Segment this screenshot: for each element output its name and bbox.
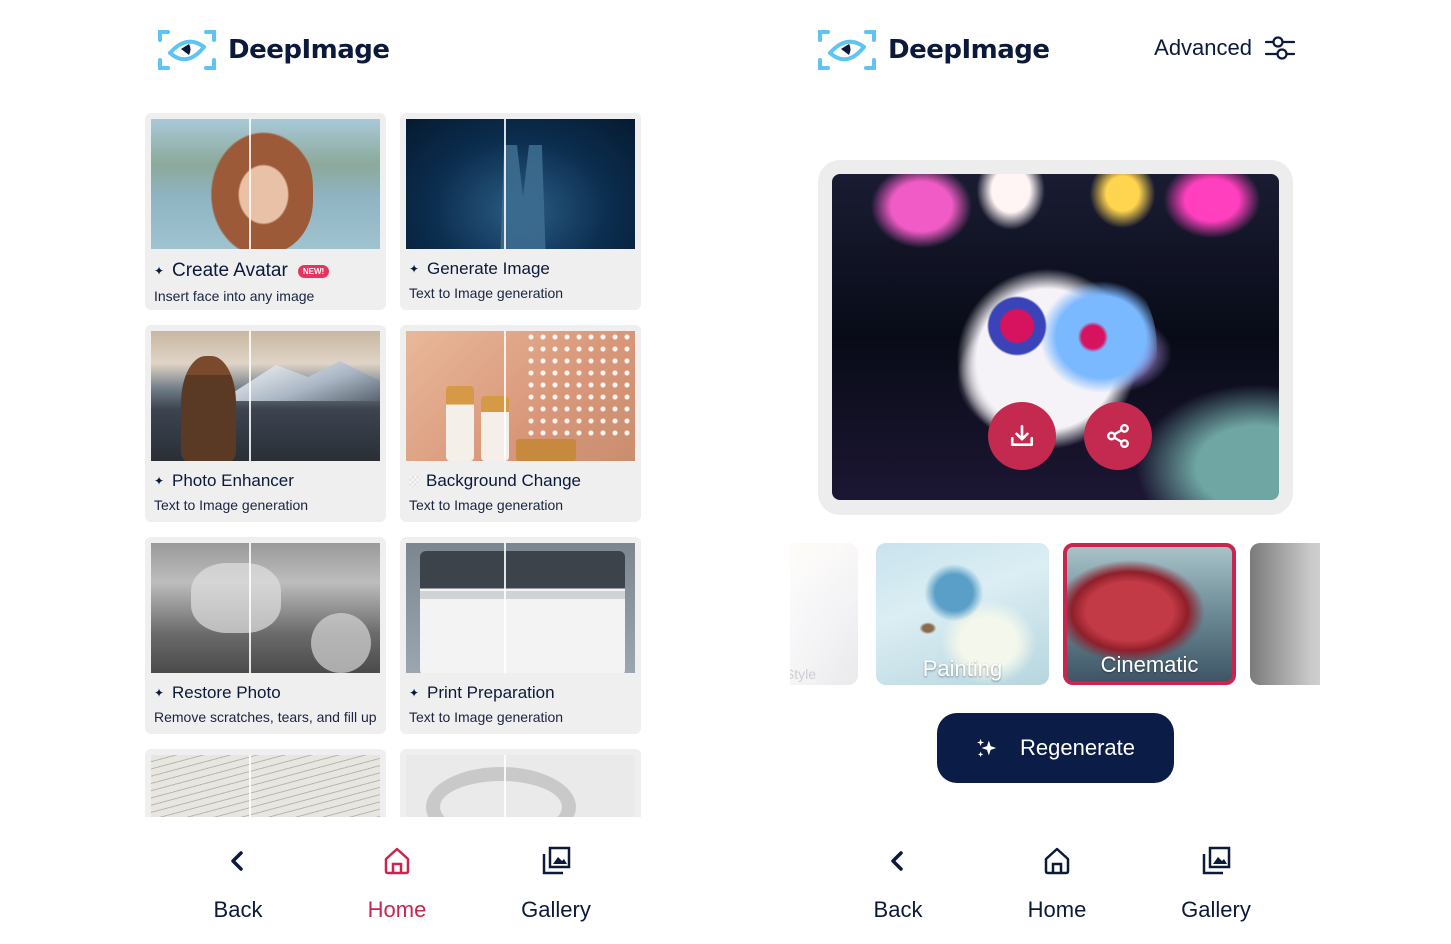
compare-divider — [504, 331, 506, 461]
compare-divider — [249, 119, 251, 249]
tool-thumbnail — [151, 119, 380, 249]
compare-divider — [504, 755, 506, 817]
tool-card-partial[interactable] — [145, 749, 386, 817]
tool-subtitle: Text to Image generation — [409, 497, 564, 513]
result-image — [832, 174, 1279, 500]
share-icon — [1107, 423, 1129, 449]
compare-divider — [249, 543, 251, 673]
tool-title: Generate Image — [427, 259, 550, 278]
tool-subtitle: Remove scratches, tears, and fill up hol… — [154, 709, 380, 725]
download-icon — [1010, 424, 1034, 446]
style-label: Cinematic — [1100, 652, 1199, 677]
nav-back-label: Back — [873, 897, 923, 922]
compare-divider — [249, 755, 251, 817]
home-icon — [384, 847, 410, 875]
chevron-left-icon — [891, 851, 903, 871]
tool-card-create-avatar[interactable]: ✦ Create Avatar NEW! Insert face into an… — [145, 113, 386, 310]
nav-home[interactable]: Home — [337, 845, 457, 923]
tool-subtitle: Text to Image generation — [409, 709, 564, 725]
bottom-nav: Back Home Gallery — [838, 845, 1276, 923]
advanced-label: Advanced — [1154, 35, 1252, 60]
tool-thumbnail — [406, 119, 635, 249]
tool-thumbnail — [406, 755, 635, 817]
nav-gallery-label: Gallery — [521, 897, 591, 922]
bottom-nav: Back Home Gallery — [178, 845, 616, 923]
app-name: DeepImage — [888, 35, 1050, 65]
share-button[interactable] — [1084, 402, 1152, 470]
tools-grid[interactable]: ✦ Create Avatar NEW! Insert face into an… — [145, 113, 642, 817]
regenerate-button[interactable]: Regenerate — [937, 713, 1174, 783]
nav-back[interactable]: Back — [838, 845, 958, 923]
compare-divider — [504, 543, 506, 673]
gallery-icon — [542, 846, 571, 875]
eye-scan-icon — [818, 30, 876, 70]
tool-subtitle: Insert face into any image — [154, 288, 315, 304]
app-logo: DeepImage — [156, 28, 390, 72]
compare-divider — [249, 331, 251, 461]
tool-title: Print Preparation — [427, 683, 555, 702]
chevron-left-icon — [231, 851, 243, 871]
tool-subtitle: Text to Image generation — [409, 285, 564, 301]
new-badge: NEW! — [297, 264, 330, 278]
sparkle-icon: ✦ — [409, 262, 420, 276]
tool-title: Photo Enhancer — [172, 471, 294, 490]
download-button[interactable] — [988, 402, 1056, 470]
style-carousel[interactable]: Style Painting Cinematic — [790, 543, 1320, 685]
gallery-icon — [1202, 846, 1231, 875]
home-icon — [1044, 847, 1070, 875]
sparkle-icon: ✦ — [154, 686, 165, 700]
nav-home[interactable]: Home — [997, 845, 1117, 923]
regenerate-label: Regenerate — [1020, 735, 1135, 760]
tool-thumbnail — [406, 543, 635, 673]
tool-thumbnail — [151, 331, 380, 461]
nav-gallery[interactable]: Gallery — [1156, 845, 1276, 923]
style-label: Style — [790, 666, 816, 682]
style-option[interactable]: Style — [790, 543, 858, 685]
result-preview — [818, 160, 1293, 515]
sparkle-icon: ✦ — [154, 474, 165, 488]
style-label: Painting — [922, 656, 1003, 681]
transparency-icon — [409, 475, 420, 487]
tool-title: Restore Photo — [172, 683, 281, 702]
style-option[interactable] — [1250, 543, 1320, 685]
style-option-cinematic-selected[interactable]: Cinematic — [1063, 543, 1236, 685]
result-screen: DeepImage Advanced Style Painting — [790, 0, 1320, 944]
tool-card-print-preparation[interactable]: ✦ Print Preparation Text to Image genera… — [400, 537, 641, 734]
home-screen: DeepImage ✦ Create Avatar NEW! Insert fa… — [130, 0, 660, 944]
tool-thumbnail — [406, 331, 635, 461]
tool-thumbnail — [151, 543, 380, 673]
tool-card-photo-enhancer[interactable]: ✦ Photo Enhancer Text to Image generatio… — [145, 325, 386, 522]
advanced-button[interactable]: Advanced — [1154, 34, 1296, 62]
tool-card-generate-image[interactable]: ✦ Generate Image Text to Image generatio… — [400, 113, 641, 310]
tool-title: Background Change — [426, 471, 582, 490]
nav-gallery-label: Gallery — [1181, 897, 1251, 922]
nav-gallery[interactable]: Gallery — [496, 845, 616, 923]
tool-subtitle: Text to Image generation — [154, 497, 309, 513]
sliders-icon — [1264, 36, 1296, 60]
tool-card-partial[interactable] — [400, 749, 641, 817]
sparkle-icon: ✦ — [154, 264, 165, 278]
sparkles-icon — [976, 738, 997, 758]
nav-home-label: Home — [1027, 897, 1087, 922]
nav-back[interactable]: Back — [178, 845, 298, 923]
app-logo: DeepImage — [816, 28, 1050, 72]
nav-home-label: Home — [367, 897, 427, 922]
tool-title: Create Avatar — [172, 260, 288, 281]
tool-card-background-change[interactable]: Background Change Text to Image generati… — [400, 325, 641, 522]
nav-back-label: Back — [213, 897, 263, 922]
style-option-painting[interactable]: Painting — [876, 543, 1049, 685]
tool-card-restore-photo[interactable]: ✦ Restore Photo Remove scratches, tears,… — [145, 537, 386, 734]
eye-scan-icon — [158, 30, 216, 70]
app-name: DeepImage — [228, 35, 390, 65]
compare-divider — [504, 119, 506, 249]
tool-thumbnail — [151, 755, 380, 817]
sparkle-icon: ✦ — [409, 686, 420, 700]
